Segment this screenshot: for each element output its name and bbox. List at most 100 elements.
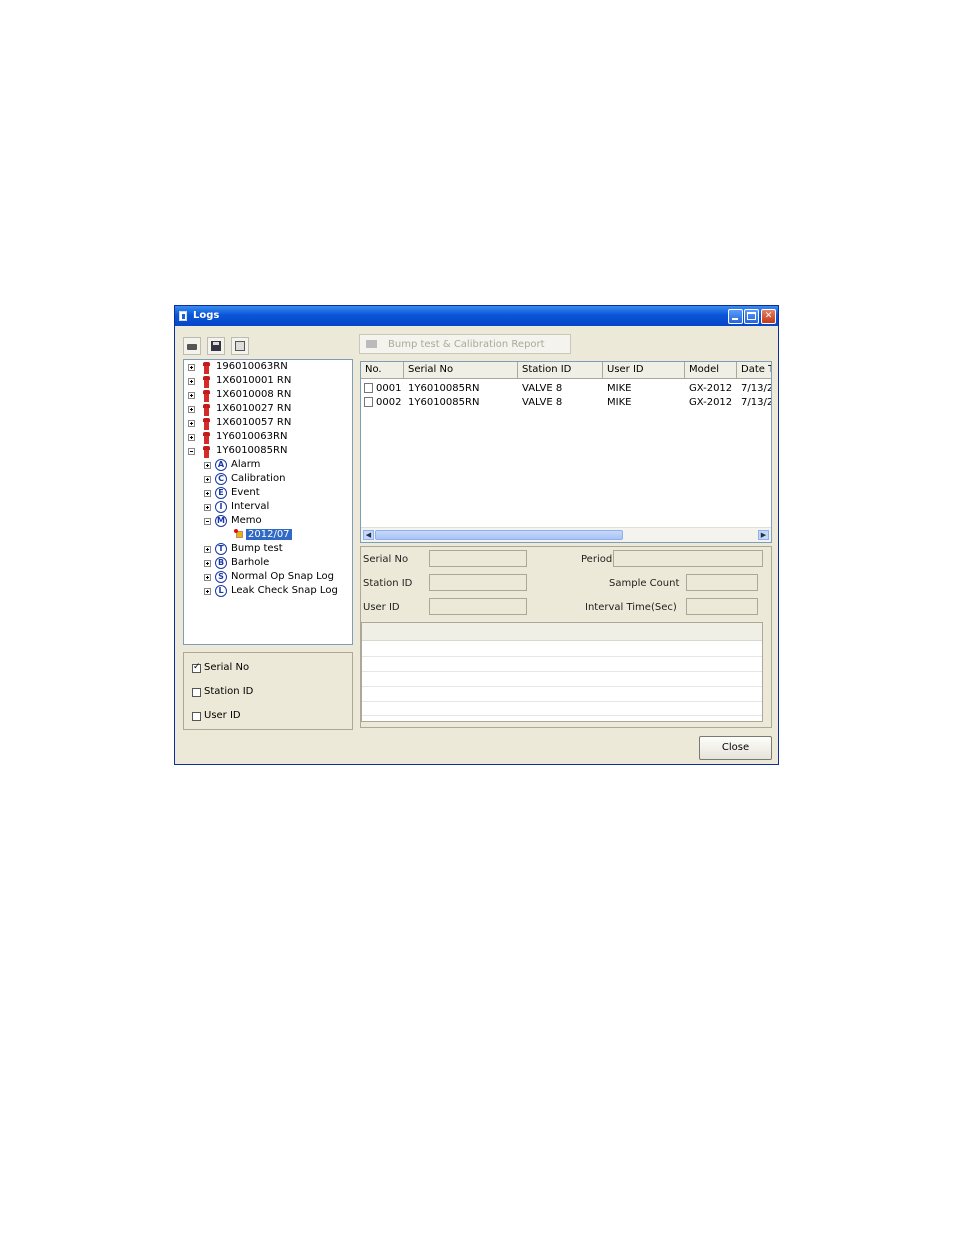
expand-icon[interactable] <box>188 392 195 399</box>
user-id-checkbox[interactable] <box>192 712 201 721</box>
window-title: Logs <box>193 310 220 321</box>
horizontal-scrollbar[interactable]: ◀ ▶ <box>361 527 771 542</box>
close-window-button[interactable]: ✕ <box>761 309 776 324</box>
bump-calibration-report-button[interactable]: Bump test & Calibration Report <box>359 334 571 354</box>
memo-marker-icon <box>234 529 243 538</box>
title-bar[interactable]: Logs ✕ <box>175 306 778 326</box>
expand-icon[interactable] <box>204 476 211 483</box>
alarm-log-icon: A <box>215 459 227 471</box>
gas-detector-icon <box>202 362 211 374</box>
scroll-left-arrow-icon[interactable]: ◀ <box>363 530 374 540</box>
column-header-no[interactable]: No. <box>361 362 404 379</box>
collapse-icon[interactable] <box>188 448 195 455</box>
interval-log-icon: I <box>215 501 227 513</box>
log-label: Event <box>231 487 260 498</box>
row-model: GX-2012 <box>689 397 733 408</box>
bump-test-log-icon: T <box>215 543 227 555</box>
row-user-id: MIKE <box>607 383 632 394</box>
column-header-model[interactable]: Model <box>685 362 737 379</box>
row-number: 0002 <box>376 397 402 408</box>
expand-icon[interactable] <box>204 546 211 553</box>
user-id-filter-label: User ID <box>204 710 241 721</box>
detail-grid-header <box>362 623 762 641</box>
log-details-panel: Serial No Station ID User ID Period Samp… <box>360 546 772 728</box>
station-id-field <box>429 574 527 591</box>
row-date: 7/13/2 <box>741 383 771 394</box>
device-tree[interactable]: 196010063RN 1X6010001 RN 1X6010008 RN 1X… <box>183 359 353 645</box>
expand-icon[interactable] <box>204 462 211 469</box>
memo-log-icon: M <box>215 515 227 527</box>
calibration-log-icon: C <box>215 473 227 485</box>
report-button-label: Bump test & Calibration Report <box>388 339 545 350</box>
period-field <box>613 550 763 567</box>
interval-time-label: Interval Time(Sec) <box>585 602 677 613</box>
row-serial-no: 1Y6010085RN <box>408 397 480 408</box>
gas-detector-icon <box>202 404 211 416</box>
logs-window: Logs ✕ Bump test & Calibration Report 19… <box>174 305 779 765</box>
log-label: Leak Check Snap Log <box>231 585 338 596</box>
grid-line <box>362 686 762 687</box>
scrollbar-thumb[interactable] <box>375 530 623 540</box>
save-button[interactable] <box>207 337 225 355</box>
device-label: 1X6010008 RN <box>216 389 292 400</box>
clipboard-button[interactable] <box>231 337 249 355</box>
device-label: 196010063RN <box>216 361 288 372</box>
column-header-user-id[interactable]: User ID <box>603 362 685 379</box>
scroll-right-arrow-icon[interactable]: ▶ <box>758 530 769 540</box>
device-label: 1X6010001 RN <box>216 375 292 386</box>
grid-line <box>362 671 762 672</box>
row-number: 0001 <box>376 383 402 394</box>
gas-detector-icon <box>202 390 211 402</box>
expand-icon[interactable] <box>204 574 211 581</box>
minimize-button[interactable] <box>728 309 743 324</box>
column-header-station-id[interactable]: Station ID <box>518 362 603 379</box>
user-id-field <box>429 598 527 615</box>
row-station-id: VALVE 8 <box>522 383 563 394</box>
close-button[interactable]: Close <box>699 736 772 760</box>
maximize-button[interactable] <box>744 309 759 324</box>
filter-options: Serial No Station ID User ID <box>183 652 353 730</box>
station-id-checkbox[interactable] <box>192 688 201 697</box>
gas-detector-icon <box>202 418 211 430</box>
log-label: Alarm <box>231 459 261 470</box>
grid-line <box>362 701 762 702</box>
serial-no-checkbox[interactable] <box>192 662 201 673</box>
expand-icon[interactable] <box>204 504 211 511</box>
row-model: GX-2012 <box>689 383 733 394</box>
row-serial-no: 1Y6010085RN <box>408 383 480 394</box>
serial-no-field <box>429 550 527 567</box>
grid-line <box>362 656 762 657</box>
gas-detector-icon <box>202 376 211 388</box>
expand-icon[interactable] <box>204 588 211 595</box>
log-label: Calibration <box>231 473 286 484</box>
interval-time-field <box>686 598 758 615</box>
expand-icon[interactable] <box>188 406 195 413</box>
expand-icon[interactable] <box>204 560 211 567</box>
collapse-icon[interactable] <box>204 518 211 525</box>
row-date: 7/13/2 <box>741 397 771 408</box>
serial-no-filter-label: Serial No <box>204 662 250 673</box>
device-label: 1X6010027 RN <box>216 403 292 414</box>
floppy-disk-icon <box>211 341 221 351</box>
expand-icon[interactable] <box>188 434 195 441</box>
expand-icon[interactable] <box>204 490 211 497</box>
expand-icon[interactable] <box>188 364 195 371</box>
logs-table[interactable]: No. Serial No Station ID User ID Model D… <box>360 361 772 543</box>
snap-log-icon: S <box>215 571 227 583</box>
log-label: Bump test <box>231 543 283 554</box>
device-label: 1Y6010063RN <box>216 431 288 442</box>
log-label: Barhole <box>231 557 270 568</box>
expand-icon[interactable] <box>188 378 195 385</box>
serial-no-label: Serial No <box>363 554 409 565</box>
print-button[interactable] <box>183 337 201 355</box>
detail-data-grid[interactable] <box>361 622 763 722</box>
station-id-label: Station ID <box>363 578 413 589</box>
barhole-log-icon: B <box>215 557 227 569</box>
expand-icon[interactable] <box>188 420 195 427</box>
printer-icon <box>366 340 377 348</box>
row-user-id: MIKE <box>607 397 632 408</box>
leak-check-log-icon: L <box>215 585 227 597</box>
column-header-serial-no[interactable]: Serial No <box>404 362 518 379</box>
app-icon <box>179 311 187 321</box>
column-header-date[interactable]: Date T <box>737 362 771 379</box>
